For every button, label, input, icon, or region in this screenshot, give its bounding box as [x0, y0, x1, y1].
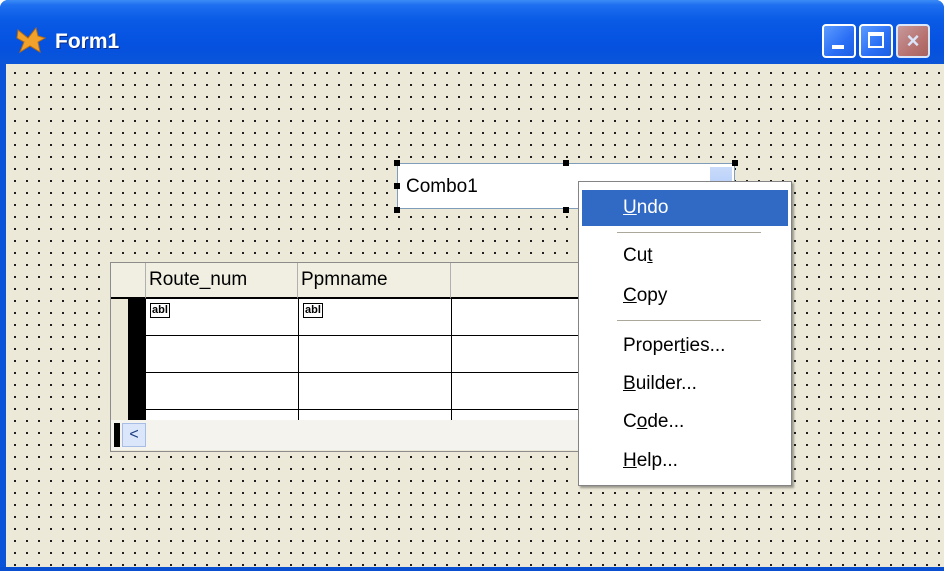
- column-header-route-num[interactable]: Route_num: [146, 263, 298, 299]
- combo-value: Combo1: [406, 176, 478, 197]
- title-bar[interactable]: Form1 ×: [0, 0, 944, 64]
- menu-item-cut[interactable]: Cut: [582, 238, 788, 274]
- column-divider: [451, 299, 452, 421]
- menu-separator: [617, 320, 761, 321]
- menu-item-code[interactable]: Code...: [582, 404, 788, 440]
- table-row[interactable]: abl abl: [146, 299, 587, 336]
- maximize-button[interactable]: [859, 24, 893, 58]
- context-menu: Undo Cut Copy Properties... Builder... C…: [578, 181, 792, 486]
- selection-handle[interactable]: [732, 160, 738, 166]
- textbox-control-icon: abl: [150, 303, 170, 318]
- menu-item-undo[interactable]: Undo: [582, 190, 788, 226]
- form-window: Form1 × Combo1 Route_num Ppmname abl abl: [0, 0, 944, 571]
- selection-handle[interactable]: [394, 207, 400, 213]
- minimize-icon: [832, 45, 844, 49]
- menu-separator: [617, 232, 761, 233]
- menu-item-properties[interactable]: Properties...: [582, 328, 788, 364]
- menu-item-label: Help...: [623, 450, 678, 471]
- data-grid[interactable]: Route_num Ppmname abl abl <: [110, 262, 588, 452]
- menu-item-label: Cut: [623, 245, 653, 266]
- selection-handle[interactable]: [563, 160, 569, 166]
- scrollbar-marker: [114, 423, 120, 447]
- column-header-empty: [451, 263, 587, 299]
- column-divider: [298, 299, 299, 421]
- window-title: Form1: [55, 30, 120, 53]
- grid-corner: [111, 263, 146, 299]
- grid-rows: abl abl: [146, 299, 587, 421]
- column-header-ppmname[interactable]: Ppmname: [298, 263, 451, 299]
- fox-icon: [16, 26, 46, 54]
- textbox-control-icon: abl: [303, 303, 323, 318]
- table-row[interactable]: [146, 373, 587, 410]
- table-row[interactable]: [146, 336, 587, 373]
- chevron-left-icon: <: [129, 426, 139, 443]
- window-bottom-border: [0, 567, 944, 571]
- close-button[interactable]: ×: [896, 24, 930, 58]
- menu-item-label: Copy: [623, 285, 668, 306]
- menu-item-builder[interactable]: Builder...: [582, 366, 788, 402]
- horizontal-scrollbar[interactable]: <: [111, 420, 587, 450]
- menu-item-label: Properties...: [623, 335, 726, 356]
- selection-handle[interactable]: [563, 207, 569, 213]
- menu-item-label: Undo: [623, 197, 669, 218]
- row-selector[interactable]: [128, 299, 146, 421]
- menu-item-label: Code...: [623, 411, 685, 432]
- scroll-left-button[interactable]: <: [122, 423, 146, 447]
- selection-handle[interactable]: [394, 160, 400, 166]
- menu-item-help[interactable]: Help...: [582, 443, 788, 479]
- selection-handle[interactable]: [394, 183, 400, 189]
- minimize-button[interactable]: [822, 24, 856, 58]
- menu-item-copy[interactable]: Copy: [582, 278, 788, 314]
- maximize-icon: [868, 32, 884, 48]
- menu-item-label: Builder...: [623, 373, 697, 394]
- close-icon: ×: [906, 28, 920, 53]
